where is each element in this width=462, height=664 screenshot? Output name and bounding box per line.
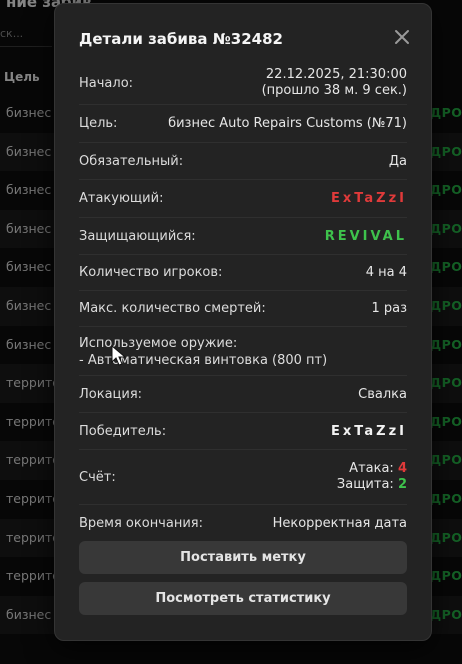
defender-value: REVIVAL (324, 228, 407, 244)
close-icon[interactable] (393, 28, 411, 46)
end-label: Время окончания: (79, 515, 203, 531)
target-value: бизнес Auto Repairs Customs (№71) (168, 116, 407, 131)
attacker-value: ExTaZzI (330, 191, 407, 206)
detail-row-weapons: Используемое оружие: - Автоматическая ви… (79, 327, 407, 376)
detail-row-defender: Защищающийся: REVIVAL (79, 218, 407, 255)
end-value: Некорректная дата (272, 515, 407, 531)
detail-row-players: Количество игроков: 4 на 4 (79, 255, 407, 291)
mandatory-value: Да (388, 153, 407, 169)
score-attack-value: 4 (397, 461, 407, 476)
score-defense-value: 2 (397, 477, 407, 492)
score-attack: Атака: 4 (349, 461, 407, 476)
attacker-label: Атакующий: (79, 191, 164, 206)
battle-details-modal: Детали забива №32482 Начало: 22.12.2025,… (54, 3, 432, 641)
max-deaths-value: 1 раз (371, 301, 407, 316)
detail-row-winner: Победитель: ExTaZzI (79, 413, 407, 450)
mouse-cursor-icon (111, 345, 127, 366)
detail-row-mandatory: Обязательный: Да (79, 143, 407, 180)
detail-row-location: Локация: Свалка (79, 376, 407, 413)
target-label: Цель: (79, 116, 118, 131)
detail-row-end: Время окончания: Некорректная дата (79, 505, 407, 541)
detail-row-start: Начало: 22.12.2025, 21:30:00 (прошло 38 … (79, 62, 407, 105)
score-defense: Защита: 2 (336, 477, 407, 492)
location-value: Свалка (358, 386, 407, 402)
set-mark-button[interactable]: Поставить метку (79, 541, 407, 574)
modal-title: Детали забива №32482 (79, 30, 283, 48)
detail-row-attacker: Атакующий: ExTaZzI (79, 180, 407, 218)
max-deaths-label: Макс. количество смертей: (79, 301, 266, 316)
view-stats-button[interactable]: Посмотреть статистику (79, 582, 407, 615)
winner-value: ExTaZzI (330, 423, 407, 439)
players-label: Количество игроков: (79, 265, 223, 280)
detail-row-max-deaths: Макс. количество смертей: 1 раз (79, 291, 407, 327)
mandatory-label: Обязательный: (79, 153, 184, 169)
weapons-label: Используемое оружие: (79, 336, 238, 351)
start-value: 22.12.2025, 21:30:00 (265, 67, 407, 82)
weapons-value: - Автоматическая винтовка (800 пт) (79, 353, 328, 368)
start-label: Начало: (79, 75, 134, 91)
winner-label: Победитель: (79, 423, 167, 439)
location-label: Локация: (79, 386, 143, 402)
start-ago: (прошло 38 м. 9 сек.) (261, 83, 407, 98)
defender-label: Защищающийся: (79, 228, 196, 244)
score-label: Счёт: (79, 469, 116, 485)
detail-row-target: Цель: бизнес Auto Repairs Customs (№71) (79, 105, 407, 143)
players-value: 4 на 4 (365, 265, 407, 280)
detail-row-score: Счёт: Атака: 4 Защита: 2 (79, 450, 407, 505)
